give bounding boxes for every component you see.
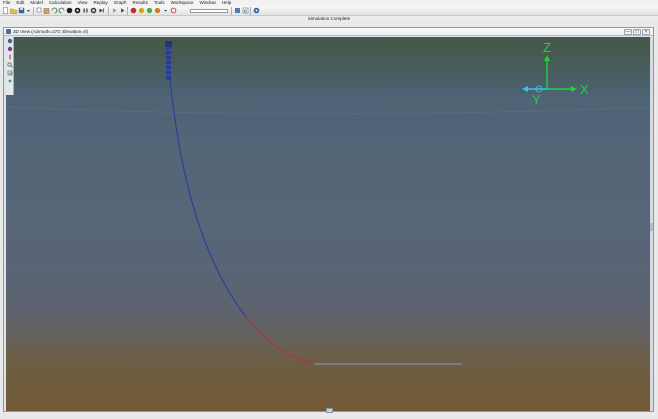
3d-view-window: 3D View (Azimuth=270; Elevation=0) — □ × [3,27,654,413]
splitter-handle[interactable] [650,223,653,231]
redo-icon[interactable] [58,7,65,14]
refresh-icon[interactable] [170,7,177,14]
rotate-icon[interactable] [7,38,13,44]
wizard-icon[interactable] [138,7,145,14]
statics-icon[interactable] [66,7,73,14]
maximize-button[interactable]: □ [633,29,641,35]
stop-icon[interactable] [90,7,97,14]
help-icon[interactable] [253,7,260,14]
sea-surface [6,37,650,96]
toolbar [0,6,658,16]
minimize-button[interactable]: — [624,29,632,35]
print-icon[interactable] [25,7,32,14]
window-titlebar[interactable]: 3D View (Azimuth=270; Elevation=0) — □ × [4,28,653,36]
save-icon[interactable] [18,7,25,14]
riser-line-lower[interactable] [245,316,315,365]
run-icon[interactable] [74,7,81,14]
graph-icon[interactable] [130,7,137,14]
scene-canvas: Z X Y [6,37,650,365]
y-axis-label: Y [532,92,541,107]
z-axis-label: Z [543,40,551,55]
paste-icon[interactable] [43,7,50,14]
view-toolbar [6,37,14,95]
replay-slider[interactable] [190,9,228,13]
3d-view-icon[interactable] [234,7,241,14]
results-icon[interactable] [154,7,161,14]
open-icon[interactable] [10,7,17,14]
view-icon[interactable] [119,7,126,14]
surface-horizon [6,106,650,115]
undo-icon[interactable] [51,7,58,14]
window-title: 3D View (Azimuth=270; Elevation=0) [13,29,88,34]
3d-viewport[interactable]: Z X Y [6,37,650,411]
workspace-icon[interactable] [146,7,153,14]
start-replay-icon[interactable] [111,7,118,14]
step-icon[interactable] [98,7,105,14]
new-icon[interactable] [2,7,9,14]
riser-line-upper[interactable] [169,78,247,318]
3d-view-icon [6,29,11,34]
close-button[interactable]: × [642,29,650,35]
light-icon[interactable] [7,78,13,84]
vessel [165,41,172,80]
reset-view-icon[interactable] [7,70,13,76]
orbit-icon[interactable] [7,46,13,52]
mdi-workspace: 3D View (Azimuth=270; Elevation=0) — □ × [0,22,658,419]
x-axis-label: X [580,82,589,97]
chevron-down-icon[interactable] [162,7,169,14]
pan-icon[interactable] [7,54,13,60]
zoom-icon[interactable] [7,62,13,68]
copy-icon[interactable] [36,7,43,14]
right-splitter[interactable] [650,37,653,411]
bottom-splitter-handle[interactable] [326,408,333,413]
chart-icon[interactable] [242,7,249,14]
pause-icon[interactable] [82,7,89,14]
